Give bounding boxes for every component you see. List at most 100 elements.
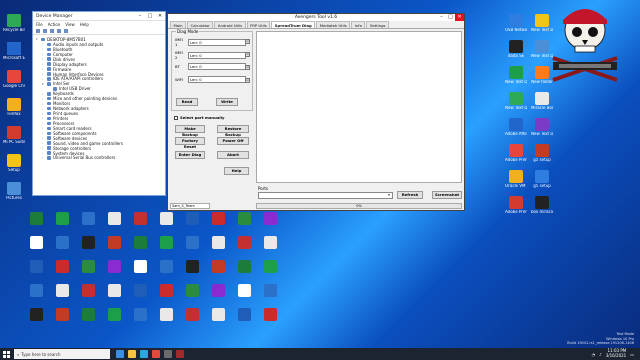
desktop-app-icon[interactable] [30,284,43,297]
imei2-field[interactable]: Len: 0 [188,51,246,59]
desktop-app-icon[interactable] [238,284,251,297]
help-icon[interactable] [57,29,61,33]
desktop-icon[interactable]: USB Network Gate [505,14,527,32]
abort-button[interactable]: Abort [217,151,249,159]
chevron-right-icon[interactable]: › [42,97,45,101]
desktop-app-icon[interactable] [160,236,173,249]
chevron-right-icon[interactable]: › [42,42,45,46]
enter-diag-button[interactable]: Enter Diag [175,151,205,159]
tree-item[interactable]: › Universal Serial Bus controllers [36,155,162,160]
close-icon[interactable]: ✕ [155,13,165,19]
desktop-app-icon[interactable] [56,212,69,225]
desktop-app-icon[interactable] [160,212,173,225]
chevron-right-icon[interactable]: › [42,72,45,76]
desktop-app-icon[interactable] [264,284,277,297]
desktop-app-icon[interactable] [82,236,95,249]
edge-icon[interactable] [140,350,148,358]
desktop-app-icon[interactable] [108,308,121,321]
desktop-app-icon[interactable] [212,284,225,297]
desktop-app-icon[interactable] [82,260,95,273]
tab-mediatek-utils[interactable]: Mediatek Utils [316,21,351,28]
chevron-right-icon[interactable]: › [42,107,45,111]
clock[interactable]: 11:03 PM 3/16/2021 [606,348,627,359]
desktop-app-icon[interactable] [30,260,43,273]
tab-main[interactable]: Main [170,21,187,28]
imei1-option-button[interactable]: ▫ [245,39,250,44]
desktop-app-icon[interactable] [212,212,225,225]
desktop-icon[interactable]: Oracle VM VirtualBox [505,170,527,188]
desktop-icon[interactable]: Adobe After Effects [505,118,527,136]
desktop-app-icon[interactable] [30,236,43,249]
desktop-app-icon[interactable] [82,284,95,297]
chevron-right-icon[interactable]: › [42,62,45,66]
desktop-app-icon[interactable] [134,260,147,273]
desktop-app-icon[interactable] [186,212,199,225]
desktop-app-icon[interactable] [238,260,251,273]
desktop-app-icon[interactable] [264,308,277,321]
desktop-app-icon[interactable] [238,236,251,249]
desktop-icon[interactable] [3,126,25,140]
avengers-tool-window[interactable]: Avengers Tool v1.6 – □ ✕ Main Calculator A… [167,13,465,211]
tool-titlebar[interactable]: Avengers Tool v1.6 – □ ✕ [168,14,464,21]
desktop-icon[interactable] [3,42,25,56]
power-off-button[interactable]: Power Off [217,137,249,145]
log-area[interactable] [256,31,462,183]
desktop-app-icon[interactable] [108,284,121,297]
chevron-down-icon[interactable]: ▾ [36,37,39,41]
search-box[interactable]: ⌕ Type here to search [14,349,110,359]
device-manager-window[interactable]: Device Manager – □ ✕ File Action View He… [32,11,166,196]
select-port-checkbox[interactable]: Select port manually [174,115,224,120]
desktop-app-icon[interactable] [186,260,199,273]
chevron-right-icon[interactable]: › [42,131,45,135]
network-icon[interactable]: ◔ [592,352,596,357]
desktop-app-icon[interactable] [56,236,69,249]
desktop-icon[interactable]: g5 setup [531,170,553,188]
desktop-app-icon[interactable] [108,236,121,249]
chevron-right-icon[interactable]: › [42,151,45,155]
menu-action[interactable]: Action [48,22,61,27]
desktop-app-icon[interactable] [238,212,251,225]
maximize-icon[interactable]: □ [145,13,155,19]
wifi-field[interactable]: Len: 0 [188,76,246,83]
desktop-icon[interactable] [3,14,25,28]
ports-select[interactable]: ▾ [258,192,393,199]
desktop-app-icon[interactable] [238,308,251,321]
minimize-icon[interactable]: – [135,13,145,19]
desktop-icon[interactable]: New Text Document [531,118,553,136]
menu-file[interactable]: File [36,22,43,27]
device-manager-taskbar-icon[interactable] [164,350,172,358]
notifications-icon[interactable]: ▭ [630,352,634,357]
restore-backup-button[interactable]: Restore Backup [217,125,249,137]
desktop-app-icon[interactable] [56,260,69,273]
tab-info[interactable]: Info [351,21,366,28]
desktop-icon[interactable] [3,70,25,84]
desktop-app-icon[interactable] [264,212,277,225]
avengers-tool-taskbar-icon[interactable] [176,350,184,358]
chevron-right-icon[interactable]: ▾ [42,82,45,86]
desktop-app-icon[interactable] [212,236,225,249]
desktop-icon[interactable]: box miracle [531,196,553,214]
bt-option-button[interactable]: ▫ [245,65,250,70]
desktop-icon[interactable]: Adobe Premiere Pro [505,196,527,214]
chevron-right-icon[interactable]: › [42,156,45,160]
start-button[interactable] [0,348,12,360]
desktop-app-icon[interactable] [264,236,277,249]
desktop-icon[interactable] [3,182,25,196]
desktop-app-icon[interactable] [212,308,225,321]
properties-icon[interactable] [50,29,54,33]
chevron-right-icon[interactable]: › [42,52,45,56]
desktop-app-icon[interactable] [212,260,225,273]
desktop-icon[interactable]: g5 setup [531,144,553,162]
refresh-button[interactable]: Refresh [397,191,423,199]
chevron-right-icon[interactable]: › [42,92,45,96]
desktop-app-icon[interactable] [30,308,43,321]
chevron-right-icon[interactable]: › [42,112,45,116]
desktop-app-icon[interactable] [56,284,69,297]
device-tree[interactable]: ▾ DESKTOP-8M57B01 › Audio inputs and outp… [33,35,165,162]
desktop-icon[interactable]: dada SE [505,40,527,58]
write-button[interactable]: Write [216,98,238,106]
chrome-icon[interactable] [152,350,160,358]
desktop-app-icon[interactable] [82,212,95,225]
chevron-right-icon[interactable]: › [42,47,45,51]
desktop-app-icon[interactable] [82,308,95,321]
